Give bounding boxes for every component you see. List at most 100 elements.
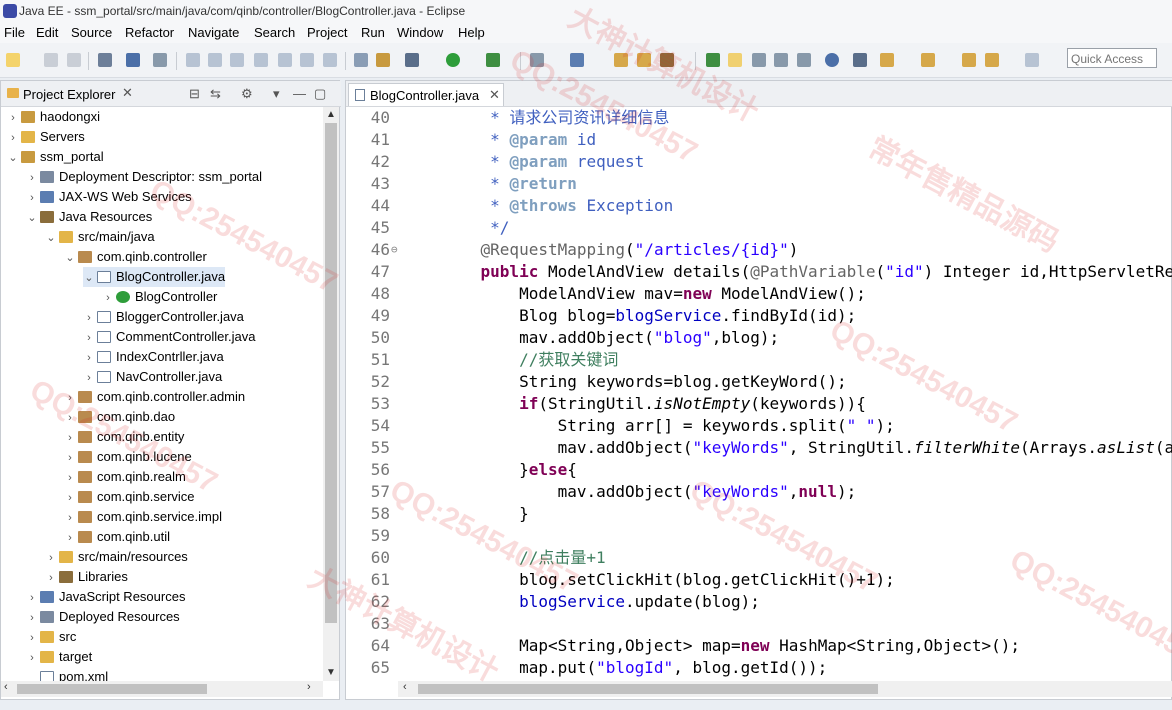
tree-item[interactable]: › JAX-WS Web Services xyxy=(26,187,192,207)
tree-item[interactable]: › com.qinb.dao xyxy=(64,407,175,427)
expanded-chevron-icon[interactable]: ⌄ xyxy=(45,228,57,248)
code-line[interactable]: 65 map.put("blogId", blog.getId()); xyxy=(346,657,828,679)
tree-item[interactable]: › target xyxy=(26,647,92,667)
code-line[interactable]: 50 mav.addObject("blog",blog); xyxy=(346,327,779,349)
code-line[interactable]: 47 public ModelAndView details(@PathVari… xyxy=(346,261,1172,283)
code-line[interactable]: 51 //获取关键词 xyxy=(346,349,619,371)
skip-breakpoints-icon[interactable] xyxy=(153,53,167,67)
tree-item[interactable]: › com.qinb.entity xyxy=(64,427,184,447)
code-line[interactable]: 59 xyxy=(346,525,442,547)
link-editor-icon[interactable]: ⇆ xyxy=(210,86,221,102)
tree-item[interactable]: › CommentController.java xyxy=(83,327,255,347)
tree-item[interactable]: › src xyxy=(26,627,76,647)
tree-item[interactable]: › Deployed Resources xyxy=(26,607,180,627)
code-line[interactable]: 57 mav.addObject("keyWords",null); xyxy=(346,481,856,503)
terminate-icon[interactable] xyxy=(230,53,244,67)
filter-icon[interactable]: ⚙ xyxy=(241,86,253,102)
code-line[interactable]: 63 xyxy=(346,613,442,635)
code-line[interactable]: 42 * @param request xyxy=(346,151,645,173)
step-into-icon[interactable] xyxy=(278,53,292,67)
collapsed-chevron-icon[interactable]: › xyxy=(26,648,38,668)
collapsed-chevron-icon[interactable]: › xyxy=(64,448,76,468)
code-line[interactable]: 53 if(StringUtil.isNotEmpty(keywords)){ xyxy=(346,393,866,415)
menu-refactor[interactable]: Refactor xyxy=(125,25,174,40)
collapsed-chevron-icon[interactable]: › xyxy=(64,388,76,408)
suspend-icon[interactable] xyxy=(208,53,222,67)
menu-window[interactable]: Window xyxy=(397,25,443,40)
use-step-filters-icon[interactable] xyxy=(376,53,390,67)
collapsed-chevron-icon[interactable]: › xyxy=(102,288,114,308)
collapsed-chevron-icon[interactable]: › xyxy=(64,488,76,508)
tree-item[interactable]: › com.qinb.controller.admin xyxy=(64,387,245,407)
collapsed-chevron-icon[interactable]: › xyxy=(26,588,38,608)
scroll-up-icon[interactable]: ▲ xyxy=(326,109,336,120)
scroll-thumb[interactable] xyxy=(17,684,207,694)
tree-item[interactable]: › Deployment Descriptor: ssm_portal xyxy=(26,167,262,187)
tree-item[interactable]: ⌄ Java Resources xyxy=(26,207,152,227)
scroll-thumb[interactable] xyxy=(325,123,337,623)
tree-item[interactable]: ⌄ ssm_portal xyxy=(7,147,103,167)
tree-item[interactable]: › Servers xyxy=(7,127,85,147)
code-line[interactable]: 44 * @throws Exception xyxy=(346,195,673,217)
step-return-icon[interactable] xyxy=(323,53,337,67)
tree-item[interactable]: › JavaScript Resources xyxy=(26,587,185,607)
expanded-chevron-icon[interactable]: ⌄ xyxy=(26,208,38,228)
project-explorer-tab[interactable]: Project Explorer ✕ ⊟ ⇆ ⚙ ▾ — ▢ xyxy=(1,81,341,107)
back-history-icon[interactable] xyxy=(985,53,999,67)
menu-navigate[interactable]: Navigate xyxy=(188,25,239,40)
code-line[interactable]: 46 ⊖ @RequestMapping("/articles/{id}") xyxy=(346,239,799,261)
tree-item[interactable]: pom.xml xyxy=(26,667,108,681)
search-tool-icon[interactable] xyxy=(660,53,674,67)
code-area[interactable]: 40 * 请求公司资讯详细信息 41 * @param id 42 * @param… xyxy=(346,107,1172,681)
tree-item[interactable]: ⌄ src/main/java xyxy=(45,227,154,248)
collapsed-chevron-icon[interactable]: › xyxy=(64,528,76,548)
save-icon[interactable] xyxy=(44,53,58,67)
tree-item[interactable]: › src/main/resources xyxy=(45,547,188,567)
collapsed-chevron-icon[interactable]: › xyxy=(64,508,76,528)
menu-file[interactable]: File xyxy=(4,25,25,40)
console-icon[interactable] xyxy=(126,53,140,67)
collapsed-chevron-icon[interactable]: › xyxy=(7,128,19,148)
open-perspective-icon[interactable] xyxy=(853,53,867,67)
close-icon[interactable]: ✕ xyxy=(122,85,133,101)
quick-access-input[interactable] xyxy=(1067,48,1157,68)
minimize-icon[interactable]: — xyxy=(293,86,306,101)
run-icon[interactable] xyxy=(446,53,460,67)
back-icon[interactable] xyxy=(962,53,976,67)
close-icon[interactable]: ✕ xyxy=(489,87,500,103)
prev-annotation-icon[interactable] xyxy=(921,53,935,67)
tree-item[interactable]: › Libraries xyxy=(45,567,128,587)
collapsed-chevron-icon[interactable]: › xyxy=(26,628,38,648)
debug-icon[interactable] xyxy=(405,53,419,67)
open-task-icon[interactable] xyxy=(637,53,651,67)
code-line[interactable]: 60 //点击量+1 xyxy=(346,547,606,569)
disconnect-icon[interactable] xyxy=(254,53,268,67)
toggle-mark-occurrences-icon[interactable] xyxy=(728,53,742,67)
tree-item[interactable]: › BloggerController.java xyxy=(83,307,244,327)
code-line[interactable]: 62 blogService.update(blog); xyxy=(346,591,760,613)
code-line[interactable]: 43 * @return xyxy=(346,173,577,195)
scroll-right-icon[interactable]: › xyxy=(307,681,311,693)
tree-item[interactable]: ⌄ com.qinb.controller xyxy=(64,247,206,267)
menu-search[interactable]: Search xyxy=(254,25,295,40)
pilcrow-icon[interactable] xyxy=(797,53,811,67)
collapsed-chevron-icon[interactable]: › xyxy=(45,548,57,568)
editor-tab-blogcontroller[interactable]: BlogController.java ✕ xyxy=(348,83,504,106)
last-edit-icon[interactable] xyxy=(880,53,894,67)
collapsed-chevron-icon[interactable]: › xyxy=(64,428,76,448)
menu-project[interactable]: Project xyxy=(307,25,347,40)
browser-icon[interactable] xyxy=(825,53,839,67)
tree-item[interactable]: › com.qinb.util xyxy=(64,527,170,547)
new-icon[interactable] xyxy=(6,53,20,67)
scroll-left-icon[interactable]: ‹ xyxy=(4,681,8,693)
terminal-icon[interactable] xyxy=(98,53,112,67)
collapsed-chevron-icon[interactable]: › xyxy=(7,108,19,128)
tree-item[interactable]: ⌄ BlogController.java xyxy=(83,267,226,288)
code-line[interactable]: 54 String arr[] = keywords.split(" "); xyxy=(346,415,895,437)
collapsed-chevron-icon[interactable]: › xyxy=(83,308,95,328)
tree-item[interactable]: › NavController.java xyxy=(83,367,222,387)
tree-item[interactable]: › BlogController xyxy=(102,287,217,307)
collapsed-chevron-icon[interactable]: › xyxy=(64,408,76,428)
expanded-chevron-icon[interactable]: ⌄ xyxy=(83,268,95,288)
forward-icon[interactable] xyxy=(1025,53,1039,67)
